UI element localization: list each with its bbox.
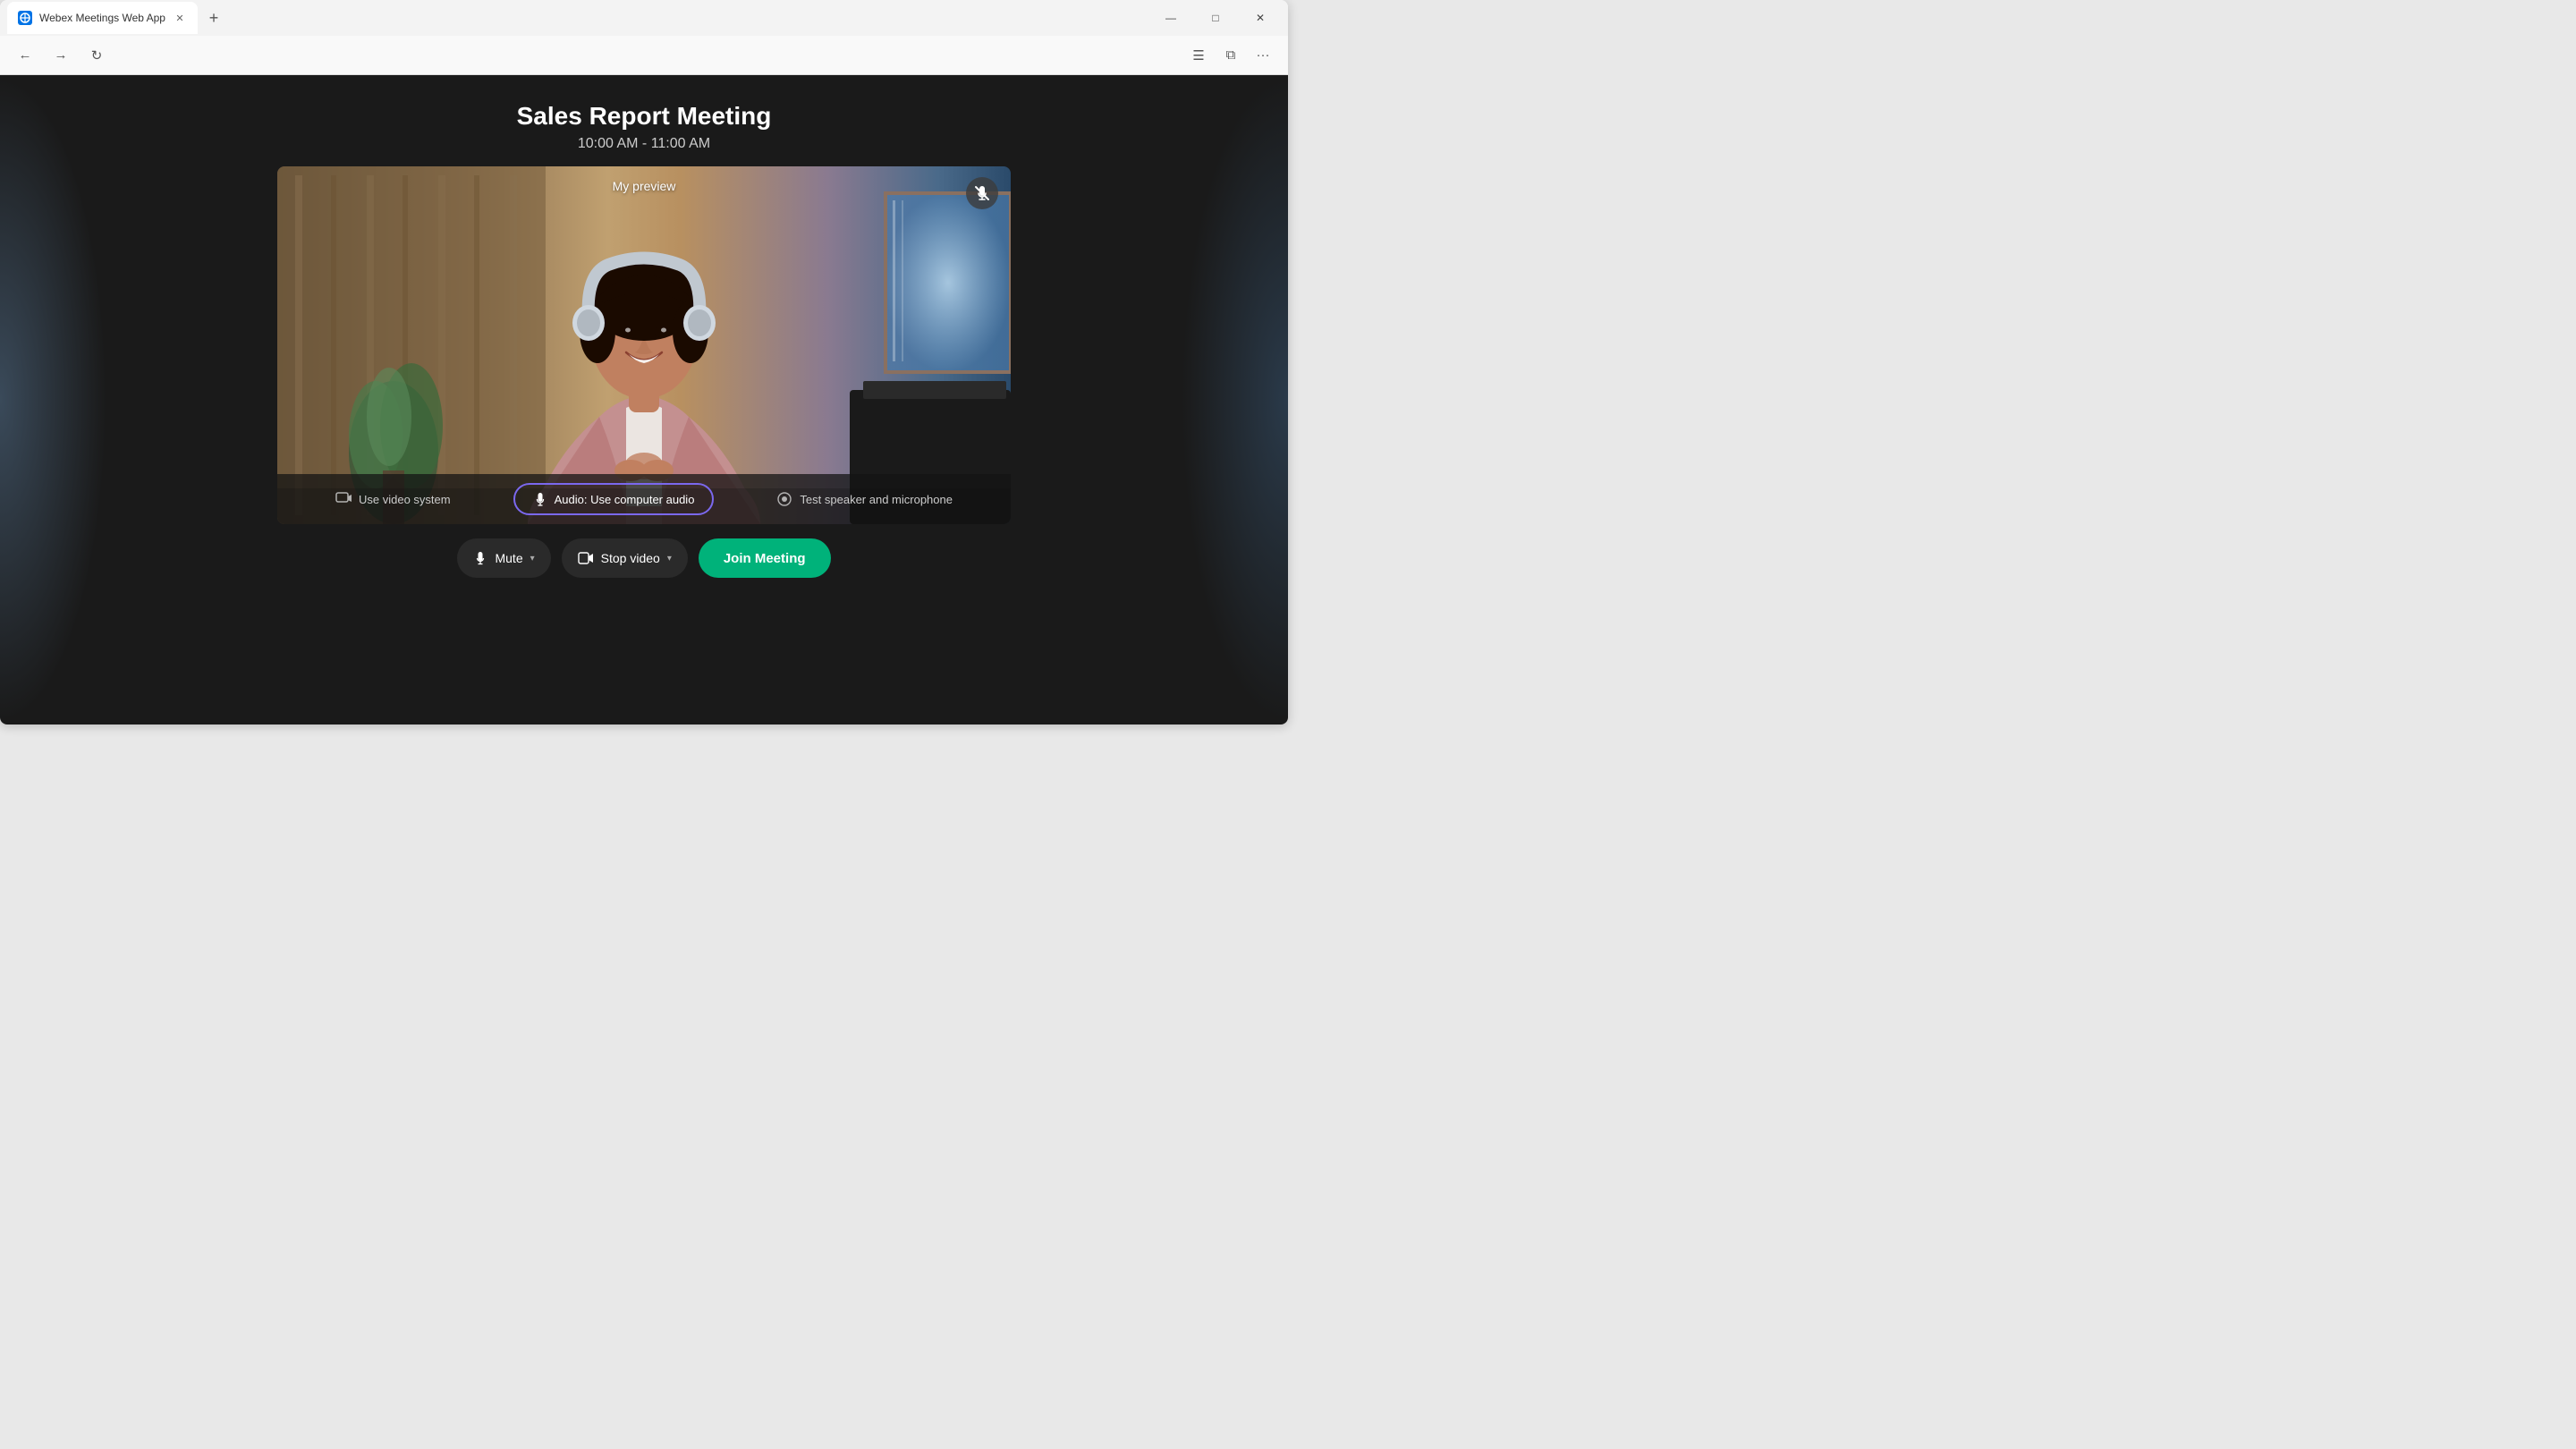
title-bar: Webex Meetings Web App ✕ + — □ ✕ [0, 0, 1288, 36]
tab-strip: Webex Meetings Web App ✕ + [7, 2, 1143, 34]
test-speaker-button[interactable]: Test speaker and microphone [767, 486, 962, 513]
meeting-title-area: Sales Report Meeting 10:00 AM - 11:00 AM [517, 75, 772, 166]
video-scene [277, 166, 1011, 524]
stop-video-chevron[interactable]: ▾ [667, 554, 672, 564]
browser-window: Webex Meetings Web App ✕ + — □ ✕ ← → ↻ ☰… [0, 0, 1288, 724]
menu-icon[interactable]: ☰ [1184, 41, 1213, 70]
content-area: Sales Report Meeting 10:00 AM - 11:00 AM [0, 75, 1288, 724]
toolbar-right: ☰ ⧉ ··· [1184, 41, 1277, 70]
action-bar: Mute ▾ Stop video ▾ Join Meeting [457, 524, 830, 592]
tab-title-text: Webex Meetings Web App [39, 12, 165, 24]
forward-button[interactable]: → [47, 41, 75, 70]
toolbar: ← → ↻ ☰ ⧉ ··· [0, 36, 1288, 75]
join-meeting-button[interactable]: Join Meeting [699, 538, 831, 578]
test-label: Test speaker and microphone [800, 493, 953, 506]
stop-video-button[interactable]: Stop video ▾ [562, 538, 688, 578]
video-preview-container: My preview [277, 166, 1011, 524]
join-label: Join Meeting [724, 551, 806, 566]
reload-button[interactable]: ↻ [82, 41, 111, 70]
sidebar-icon[interactable]: ⧉ [1216, 41, 1245, 70]
tab-favicon [18, 11, 32, 25]
audio-label: Audio: Use computer audio [555, 493, 695, 506]
maximize-button[interactable]: □ [1195, 4, 1236, 32]
window-controls: — □ ✕ [1150, 4, 1281, 32]
minimize-button[interactable]: — [1150, 4, 1191, 32]
close-button[interactable]: ✕ [1240, 4, 1281, 32]
browser-tab[interactable]: Webex Meetings Web App ✕ [7, 2, 198, 34]
new-tab-button[interactable]: + [201, 5, 226, 30]
video-bottom-controls: Use video system Audio: Use computer aud… [277, 474, 1011, 524]
audio-computer-button[interactable]: Audio: Use computer audio [513, 483, 715, 515]
tab-close-btn[interactable]: ✕ [173, 11, 187, 25]
mute-chevron[interactable]: ▾ [530, 554, 535, 564]
mute-button[interactable]: Mute ▾ [457, 538, 550, 578]
audio-mute-indicator[interactable] [966, 177, 998, 209]
more-icon[interactable]: ··· [1249, 41, 1277, 70]
mute-label: Mute [495, 551, 522, 565]
preview-label: My preview [613, 179, 676, 193]
meeting-title: Sales Report Meeting [517, 102, 772, 131]
use-video-system-button[interactable]: Use video system [326, 487, 460, 512]
back-button[interactable]: ← [11, 41, 39, 70]
video-system-label: Use video system [359, 493, 451, 506]
stop-video-label: Stop video [601, 551, 660, 565]
meeting-time: 10:00 AM - 11:00 AM [517, 136, 772, 152]
